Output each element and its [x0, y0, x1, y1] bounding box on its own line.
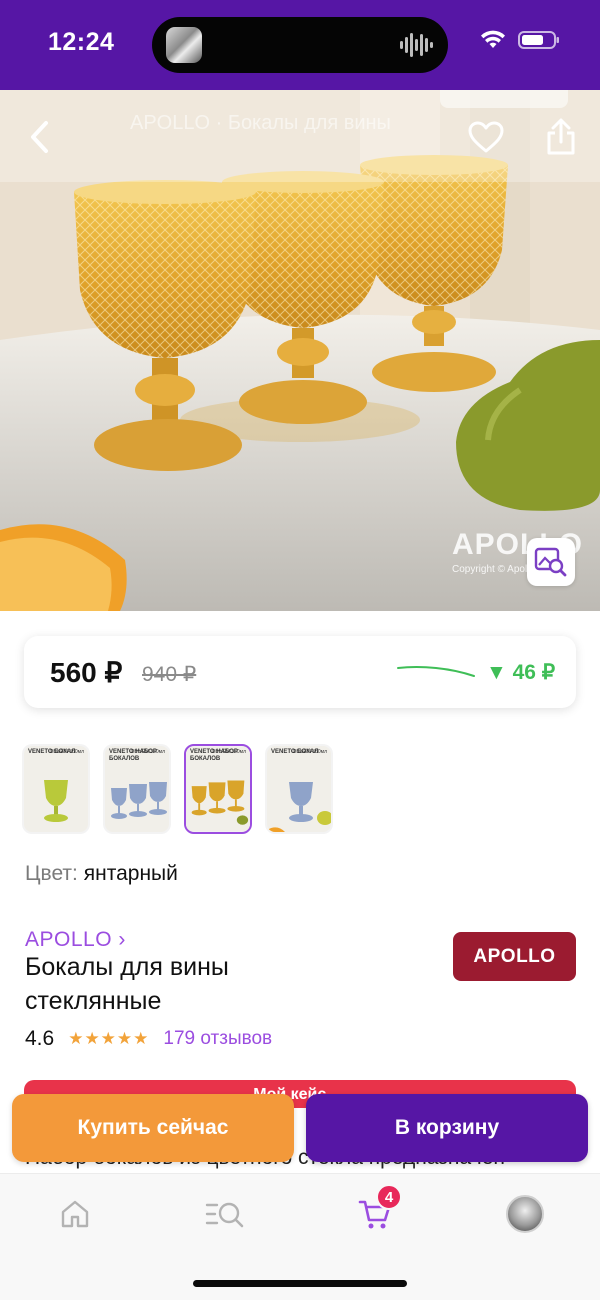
rating-value: 4.6	[25, 1027, 55, 1050]
product-photo[interactable]: APOLLO · Бокалы для вины APOLLO Copyrigh…	[0, 90, 600, 611]
share-icon	[547, 118, 575, 155]
brand-link[interactable]: APOLLO ›	[25, 928, 126, 952]
tab-cart[interactable]: 4	[350, 1184, 402, 1236]
selected-color: Цвет: янтарный	[25, 862, 178, 886]
wifi-icon	[481, 30, 505, 48]
image-search-icon	[534, 547, 567, 577]
header-ghost-search	[440, 90, 568, 108]
bottom-tab-bar: 4	[0, 1173, 600, 1300]
audio-waveform-icon	[400, 33, 433, 57]
status-time: 12:24	[48, 28, 115, 56]
price-card[interactable]: 560 ₽ 940 ₽ ▼ 46 ₽	[24, 636, 576, 708]
heart-icon	[468, 121, 504, 153]
price-drop-amount: ▼ 46 ₽	[486, 661, 556, 684]
share-button[interactable]	[536, 112, 586, 162]
color-value: янтарный	[83, 862, 178, 885]
avatar	[506, 1195, 544, 1233]
back-button[interactable]	[14, 112, 64, 162]
current-price: 560 ₽	[50, 657, 123, 688]
chevron-left-icon	[31, 121, 48, 153]
dynamic-island	[152, 17, 448, 73]
visual-search-button[interactable]	[527, 538, 575, 586]
tab-catalog[interactable]	[200, 1192, 250, 1236]
star-rating-icon: ★★★★★	[68, 1029, 150, 1048]
buy-now-button[interactable]: Купить сейчас	[12, 1094, 294, 1162]
old-price: 940 ₽	[142, 663, 197, 686]
reviews-link[interactable]: 179 отзывов	[163, 1028, 272, 1050]
rating-row: 4.6 ★★★★★ 179 отзывов	[25, 1027, 272, 1051]
price-trend-sparkline	[397, 666, 475, 677]
faded-page-title: APOLLO · Бокалы для вины	[130, 112, 391, 134]
home-icon	[61, 1200, 89, 1228]
photo-header-overlay: APOLLO · Бокалы для вины	[0, 90, 600, 182]
brand-logo[interactable]: APOLLO	[453, 932, 576, 981]
battery-icon	[518, 31, 559, 49]
variant-thumbnail-badge: ОБЪЁМ 350мл	[211, 749, 246, 755]
color-label: Цвет:	[25, 862, 78, 885]
home-indicator	[193, 1280, 407, 1287]
variant-thumbnail[interactable]: VENETO НАБОР БОКАЛОВ ОБЪЁМ 350мл	[103, 744, 171, 834]
variant-thumbnail-selected[interactable]: VENETO НАБОР БОКАЛОВ ОБЪЁМ 350мл	[184, 744, 252, 834]
favorite-button[interactable]	[461, 112, 511, 162]
catalog-search-icon	[205, 1202, 244, 1228]
variant-thumbnail[interactable]: VENETO БОКАЛ ОБЪЁМ 350мл	[265, 744, 333, 834]
status-bar: 12:24	[0, 0, 600, 90]
now-playing-thumbnail	[166, 27, 202, 63]
color-variant-thumbnails: VENETO БОКАЛ ОБЪЁМ 350мл VENETO НАБОР БО…	[22, 744, 333, 834]
tab-home[interactable]	[50, 1192, 100, 1236]
variant-thumbnail-image	[267, 746, 331, 832]
tab-profile[interactable]	[500, 1192, 550, 1236]
variant-thumbnail-badge: ОБЪЁМ 350мл	[292, 749, 327, 755]
add-to-cart-button[interactable]: В корзину	[306, 1094, 588, 1162]
status-icons	[480, 30, 560, 50]
variant-thumbnail-badge: ОБЪЁМ 350мл	[49, 749, 84, 755]
variant-thumbnail-badge: ОБЪЁМ 350мл	[130, 749, 165, 755]
add-to-cart-label: В корзину	[394, 1116, 500, 1139]
cart-count-badge: 4	[376, 1184, 402, 1210]
variant-thumbnail-image	[24, 746, 88, 832]
variant-thumbnail[interactable]: VENETO БОКАЛ ОБЪЁМ 350мл	[22, 744, 90, 834]
product-title: Бокалы для вины стеклянные	[25, 953, 229, 1015]
brand-logo-text: APOLLO	[473, 945, 556, 967]
buy-now-label: Купить сейчас	[77, 1116, 229, 1139]
